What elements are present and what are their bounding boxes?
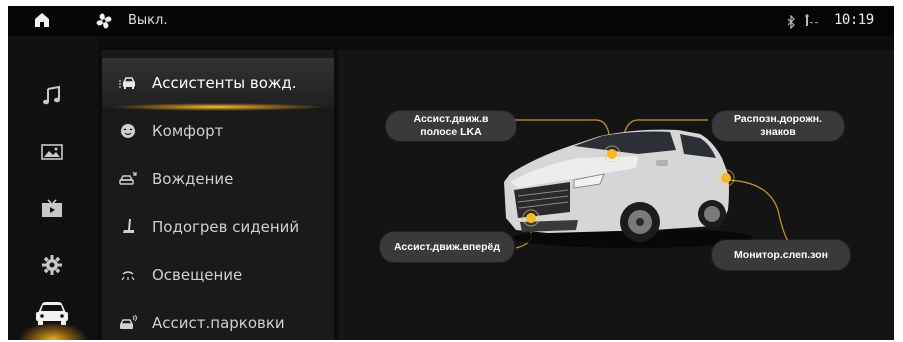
active-indicator-glow xyxy=(18,322,88,340)
menu-item-driving[interactable]: Вождение xyxy=(102,156,334,202)
seat-heating-icon xyxy=(118,217,138,237)
signal-icon xyxy=(805,13,825,32)
lka-label-line1: Ассист.движ.в xyxy=(413,113,489,125)
tsr-label-line2: знаков xyxy=(760,126,796,138)
menu-item-parking-assist[interactable]: Ассист.парковки xyxy=(102,300,334,340)
menu-item-comfort[interactable]: Комфорт xyxy=(102,108,334,154)
parking-assist-icon xyxy=(118,313,138,333)
lka-label-line2: полосе LKA xyxy=(420,126,482,138)
driver-assist-icon xyxy=(118,73,138,93)
menu-item-lighting[interactable]: Освещение xyxy=(102,252,334,298)
driving-icon xyxy=(118,169,138,189)
menu-item-label: Вождение xyxy=(152,170,234,188)
status-bar: Выкл. 10:19 xyxy=(8,6,894,36)
rail-item-video[interactable] xyxy=(30,194,74,228)
bluetooth-icon xyxy=(786,14,796,33)
menu-item-label: Комфорт xyxy=(152,122,224,140)
traffic-sign-recognition-button[interactable]: Распозн.дорожн. знаков xyxy=(712,111,844,141)
lighting-icon xyxy=(118,265,138,285)
home-icon[interactable] xyxy=(34,12,50,32)
blind-spot-label: Монитор.слеп.зон xyxy=(734,248,828,261)
tsr-label-line1: Распозн.дорожн. xyxy=(733,113,823,125)
settings-category-menu: Ассистенты вожд. Комфорт Вождение Подогр… xyxy=(102,50,334,340)
rail-item-gallery[interactable] xyxy=(30,137,74,171)
video-icon xyxy=(41,199,63,223)
menu-item-label: Ассист.парковки xyxy=(152,314,285,332)
vehicle-image xyxy=(504,129,753,248)
rail-item-settings[interactable] xyxy=(30,250,74,284)
menu-item-label: Освещение xyxy=(152,266,243,284)
clock: 10:19 xyxy=(834,12,874,28)
forward-assist-button[interactable]: Ассист.движ.вперёд xyxy=(380,232,514,262)
menu-item-label: Подогрев сидений xyxy=(152,218,300,236)
driver-assist-panel: Ассист.движ.в полосе LKA Распозн.дорожн. з… xyxy=(338,50,894,340)
app-rail xyxy=(8,36,98,340)
blind-spot-monitor-button[interactable]: Монитор.слеп.зон xyxy=(712,240,850,270)
comfort-icon xyxy=(118,121,138,141)
gallery-icon xyxy=(41,143,63,165)
rail-item-music[interactable] xyxy=(30,81,74,115)
menu-item-driver-assist[interactable]: Ассистенты вожд. xyxy=(102,60,334,106)
car-illustration xyxy=(504,119,799,253)
forward-assist-label: Ассист.движ.вперёд xyxy=(393,240,501,253)
menu-item-seat-heating[interactable]: Подогрев сидений xyxy=(102,204,334,250)
fan-icon[interactable] xyxy=(94,11,114,35)
settings-icon xyxy=(41,254,63,280)
menu-item-label: Ассистенты вожд. xyxy=(152,74,297,92)
music-icon xyxy=(41,85,63,111)
fan-status-text: Выкл. xyxy=(128,13,168,28)
head-unit-screen: Выкл. 10:19 Ассистенты вожд. Комфорт Вож… xyxy=(8,6,894,340)
lka-feature-button[interactable]: Ассист.движ.в полосе LKA xyxy=(386,111,516,141)
